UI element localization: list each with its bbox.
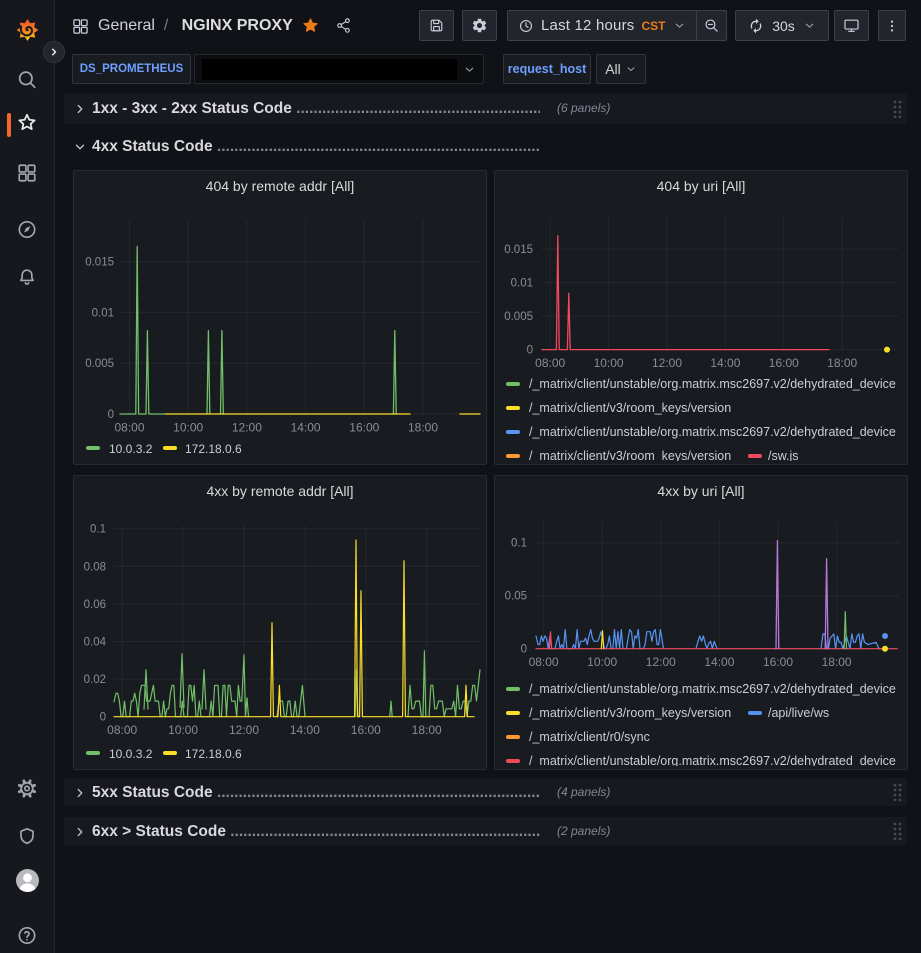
svg-text:08:00: 08:00 [114,421,144,435]
svg-text:0: 0 [521,644,527,656]
svg-text:10:00: 10:00 [173,421,203,435]
svg-text:0.01: 0.01 [92,307,114,319]
svg-text:0.08: 0.08 [84,561,106,573]
svg-text:14:00: 14:00 [290,723,320,737]
svg-text:10:00: 10:00 [168,723,198,737]
svg-text:0.005: 0.005 [85,358,114,370]
svg-text:18:00: 18:00 [408,421,438,435]
svg-text:0.05: 0.05 [505,591,527,603]
svg-text:18:00: 18:00 [412,723,442,737]
svg-text:12:00: 12:00 [232,421,262,435]
svg-text:08:00: 08:00 [529,655,559,669]
svg-text:12:00: 12:00 [646,655,676,669]
svg-text:0.015: 0.015 [504,244,533,256]
svg-text:0.1: 0.1 [511,538,527,550]
svg-text:16:00: 16:00 [351,723,381,737]
svg-text:0.06: 0.06 [84,599,106,611]
svg-text:10:00: 10:00 [594,356,624,370]
svg-text:0: 0 [100,712,106,724]
svg-text:16:00: 16:00 [763,655,793,669]
svg-text:12:00: 12:00 [229,723,259,737]
svg-text:14:00: 14:00 [710,356,740,370]
svg-text:18:00: 18:00 [827,356,857,370]
svg-text:14:00: 14:00 [291,421,321,435]
svg-text:14:00: 14:00 [704,655,734,669]
svg-text:08:00: 08:00 [535,356,565,370]
svg-text:0.015: 0.015 [85,257,114,269]
svg-text:08:00: 08:00 [107,723,137,737]
svg-text:0.01: 0.01 [511,278,533,290]
svg-text:0.04: 0.04 [84,637,107,649]
svg-text:16:00: 16:00 [769,356,799,370]
svg-text:0: 0 [527,345,533,357]
svg-text:18:00: 18:00 [822,655,852,669]
svg-text:12:00: 12:00 [652,356,682,370]
svg-text:0.02: 0.02 [84,674,106,686]
svg-text:0: 0 [108,409,114,421]
svg-text:16:00: 16:00 [349,421,379,435]
svg-text:0.1: 0.1 [90,524,106,536]
svg-text:0.005: 0.005 [504,311,533,323]
svg-text:10:00: 10:00 [587,655,617,669]
